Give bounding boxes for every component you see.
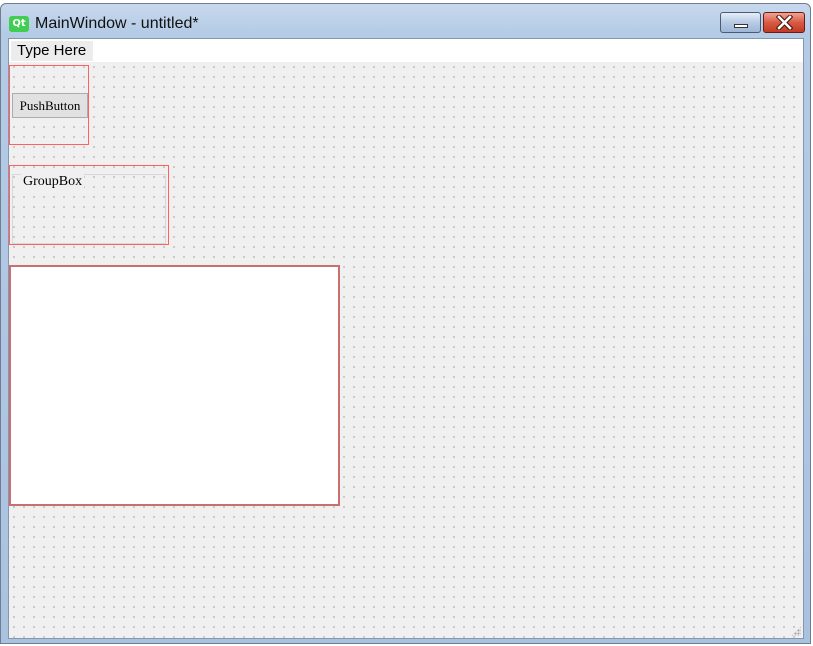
text-edit-widget[interactable] xyxy=(9,265,340,506)
menu-item-type-here[interactable]: Type Here xyxy=(11,41,93,61)
group-box[interactable]: GroupBox xyxy=(12,174,166,244)
close-button[interactable] xyxy=(763,12,805,33)
group-box-title: GroupBox xyxy=(21,174,85,190)
main-window: Qt MainWindow - untitled* Type Here Push… xyxy=(0,3,811,644)
group-box-selection-frame: GroupBox xyxy=(9,165,169,245)
menu-bar: Type Here xyxy=(9,39,803,62)
client-area: Type Here PushButton GroupBox xyxy=(8,38,804,639)
push-button-selection-frame: PushButton xyxy=(9,65,89,145)
minimize-button[interactable] xyxy=(720,12,761,33)
title-bar[interactable]: Qt MainWindow - untitled* xyxy=(1,4,810,38)
qt-logo-icon: Qt xyxy=(9,16,29,32)
minimize-icon xyxy=(734,24,748,28)
push-button[interactable]: PushButton xyxy=(12,93,88,118)
window-title: MainWindow - untitled* xyxy=(35,15,199,32)
close-icon xyxy=(776,15,793,30)
form-canvas[interactable]: PushButton GroupBox xyxy=(9,62,803,638)
